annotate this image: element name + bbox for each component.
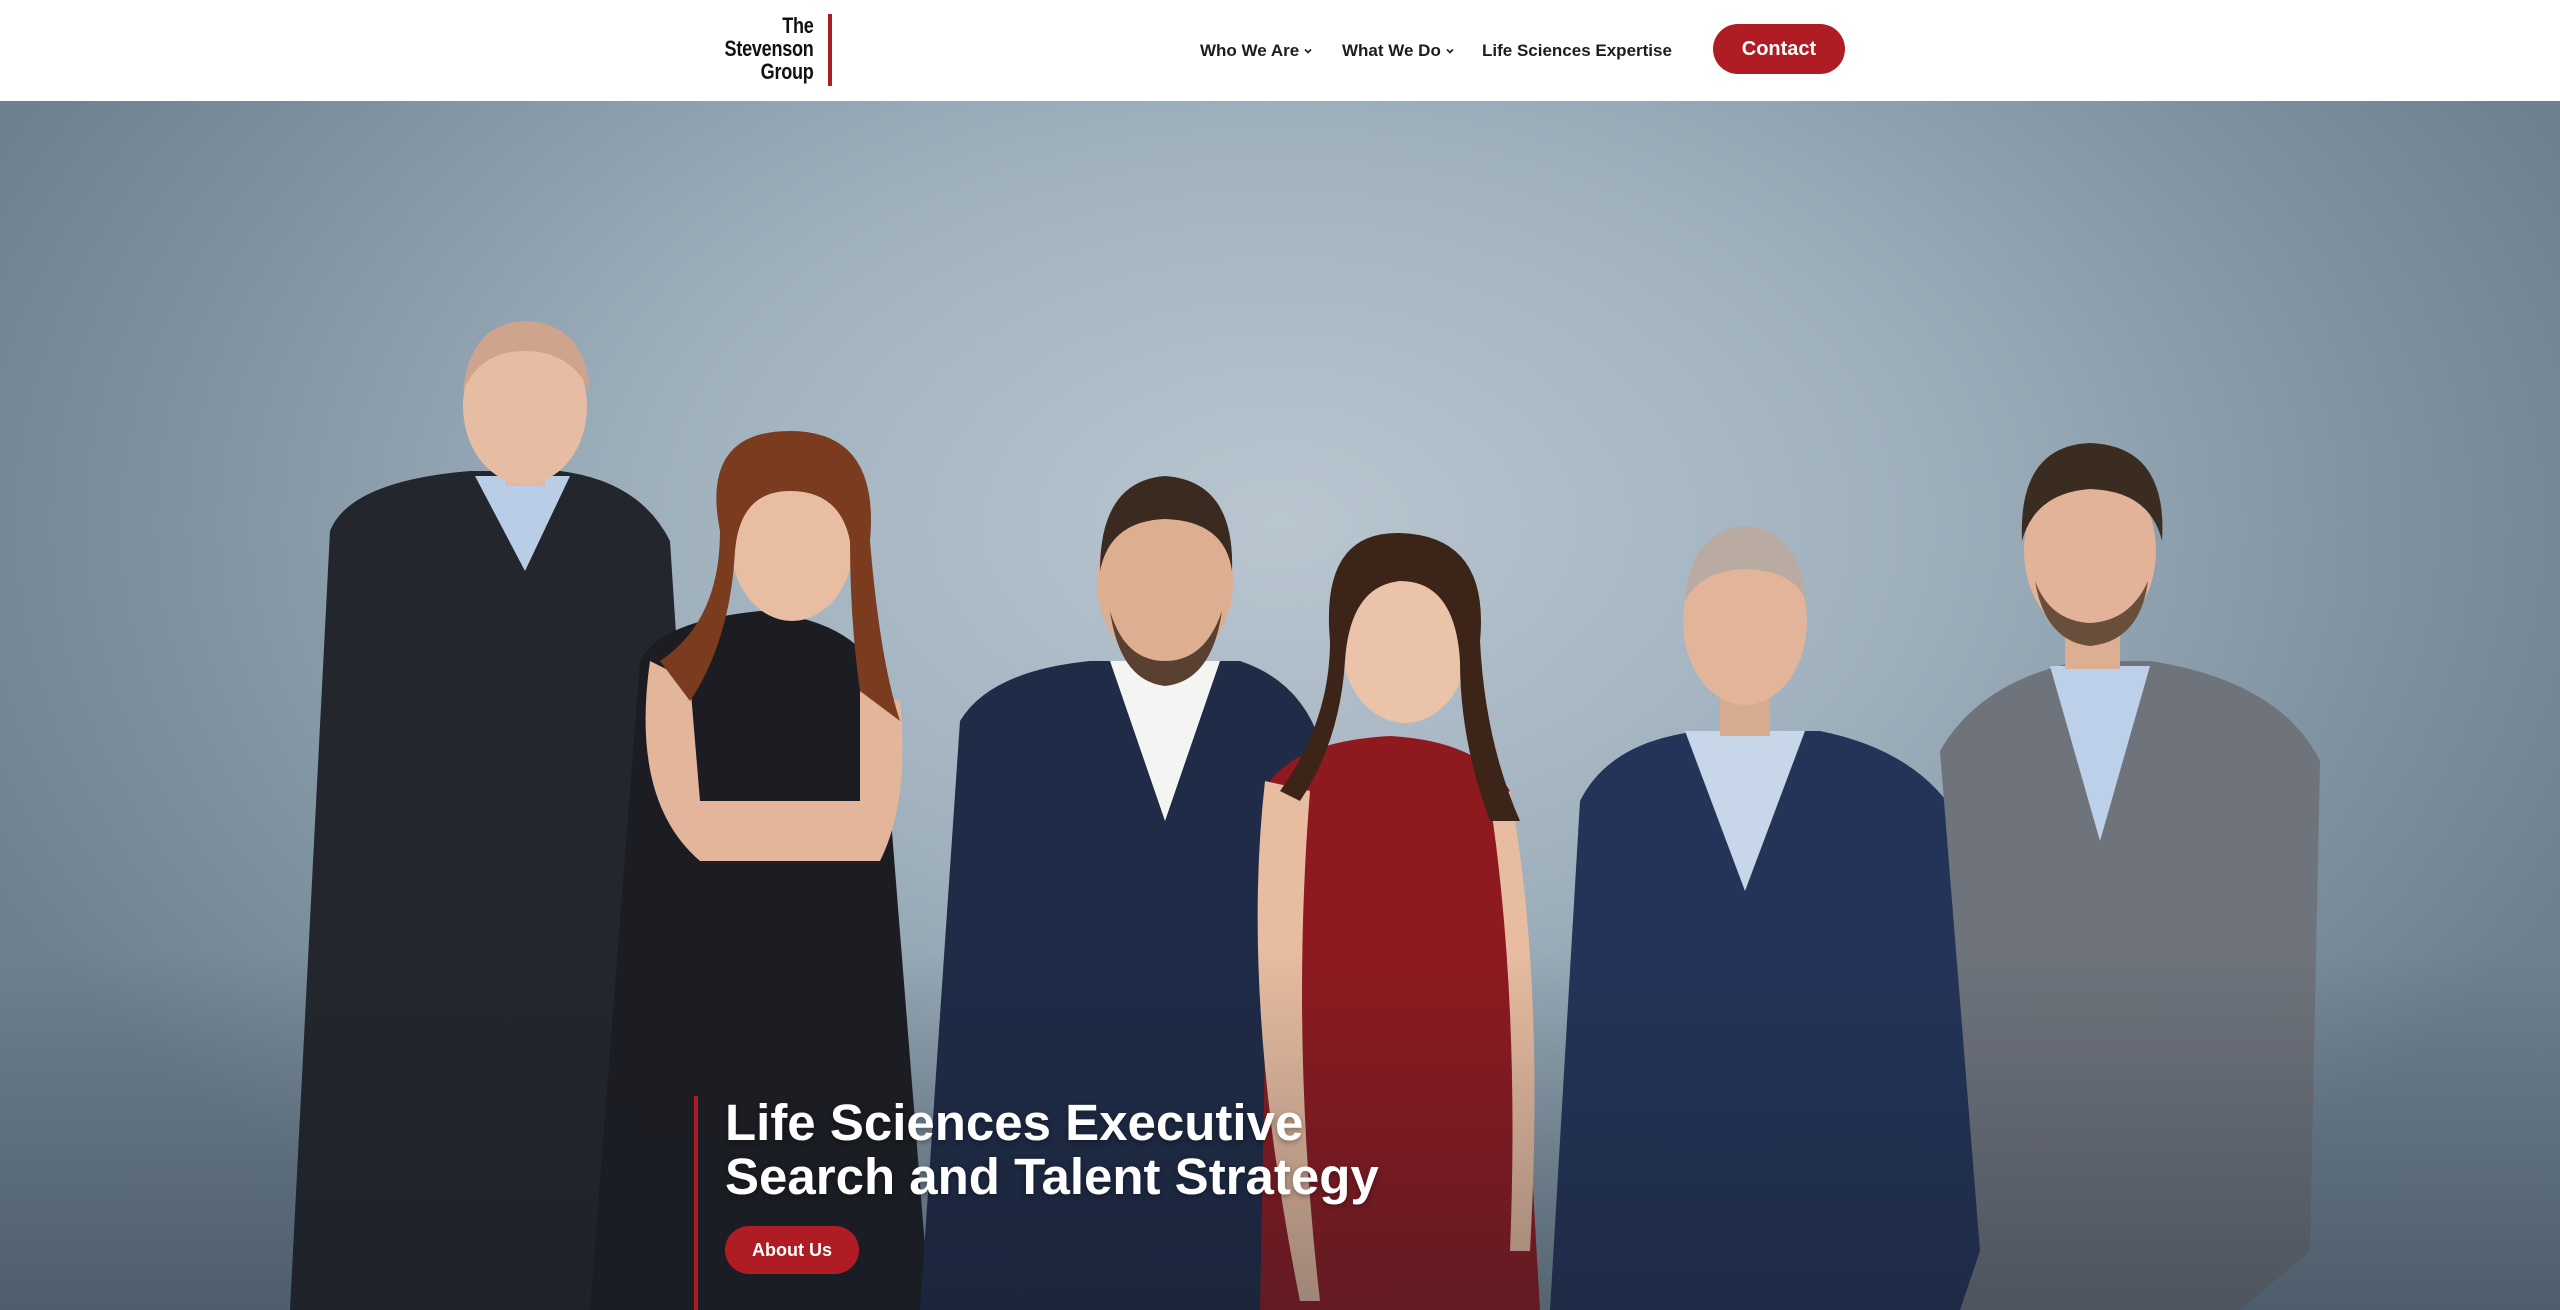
hero-accent-bar xyxy=(694,1096,698,1310)
logo-line-stevenson: Stevenson xyxy=(724,36,814,61)
logo-line-group: Group xyxy=(761,59,814,84)
hero-title-line-2: Search and Talent Strategy xyxy=(725,1148,1379,1205)
chevron-down-icon xyxy=(1304,48,1312,54)
logo-text: The Stevenson Group xyxy=(725,14,814,83)
hero-content: Life Sciences Executive Search and Talen… xyxy=(694,1096,1594,1310)
nav-item-who-we-are[interactable]: Who We Are xyxy=(1200,38,1313,64)
chevron-down-icon xyxy=(1446,48,1454,54)
nav-item-life-sciences-expertise[interactable]: Life Sciences Expertise xyxy=(1482,38,1672,64)
nav-item-what-we-do[interactable]: What We Do xyxy=(1342,38,1455,64)
nav-item-label: What We Do xyxy=(1342,41,1441,60)
hero-title-line-1: Life Sciences Executive xyxy=(725,1094,1304,1151)
logo-line-the: The xyxy=(782,13,815,38)
hero-title: Life Sciences Executive Search and Talen… xyxy=(725,1096,1379,1204)
site-header: The Stevenson Group Who We Are What We D… xyxy=(0,0,2560,101)
contact-button[interactable]: Contact xyxy=(1713,24,1845,74)
nav-item-label: Who We Are xyxy=(1200,41,1300,60)
logo[interactable]: The Stevenson Group xyxy=(708,14,832,86)
logo-accent-bar xyxy=(828,14,832,86)
about-us-button[interactable]: About Us xyxy=(725,1226,859,1274)
hero-section: Life Sciences Executive Search and Talen… xyxy=(0,101,2560,1310)
nav-item-label: Life Sciences Expertise xyxy=(1482,41,1672,60)
